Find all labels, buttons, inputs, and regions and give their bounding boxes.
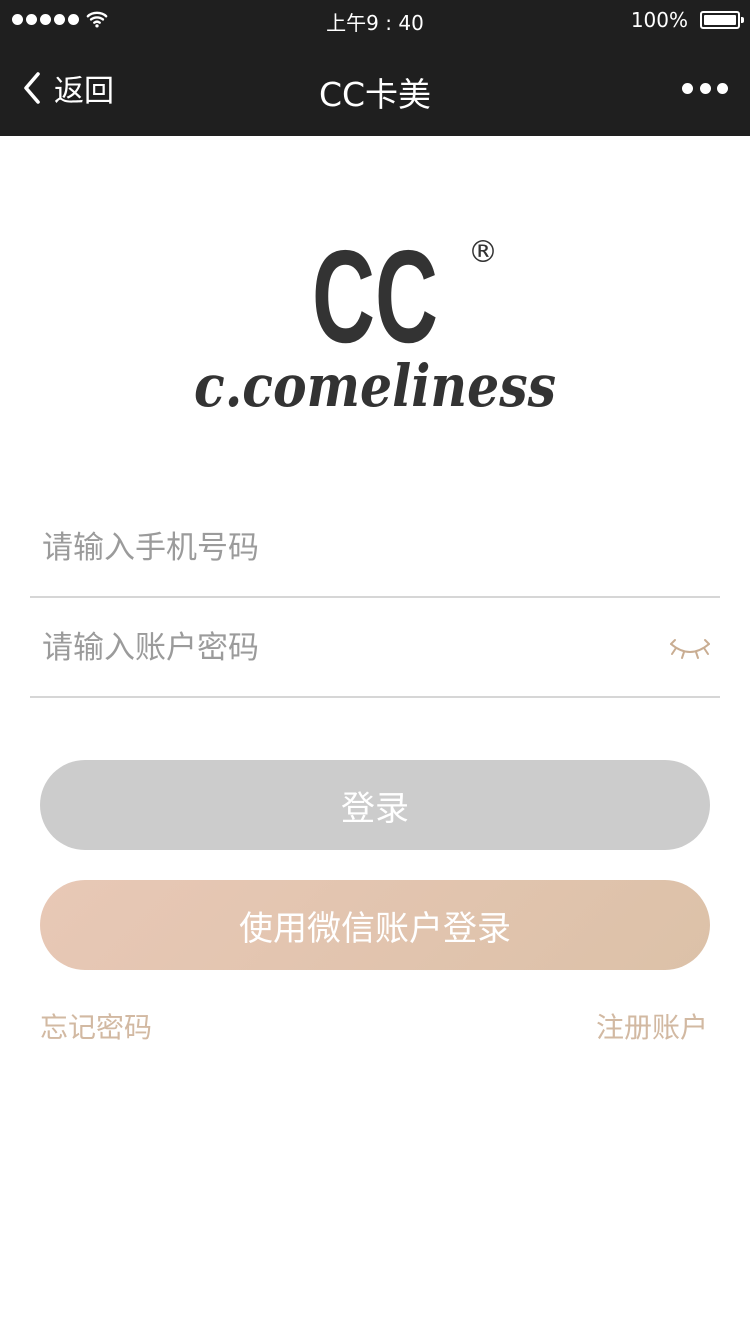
nav-bar: 返回 CC卡美 bbox=[0, 40, 750, 136]
password-field bbox=[30, 598, 720, 698]
forgot-password-link[interactable]: 忘记密码 bbox=[40, 1006, 152, 1046]
wechat-login-button[interactable]: 使用微信账户登录 bbox=[40, 880, 710, 970]
password-input[interactable] bbox=[40, 618, 640, 678]
back-button[interactable]: 返回 bbox=[18, 68, 114, 109]
back-label: 返回 bbox=[54, 74, 114, 109]
logo-wordmark: c.comeliness bbox=[194, 352, 556, 420]
phone-input[interactable] bbox=[40, 518, 640, 578]
chevron-left-icon bbox=[24, 72, 40, 104]
status-bar: 上午9 : 40 100% bbox=[0, 0, 750, 40]
battery-icon bbox=[700, 11, 744, 29]
more-dots-icon[interactable] bbox=[682, 78, 728, 98]
battery-percentage: 100% bbox=[630, 8, 688, 32]
register-account-link[interactable]: 注册账户 bbox=[596, 1006, 708, 1046]
logo-mark: CC bbox=[312, 223, 438, 370]
login-button[interactable]: 登录 bbox=[40, 760, 710, 850]
registered-mark: ® bbox=[468, 235, 498, 270]
closed-eye-icon[interactable] bbox=[668, 634, 712, 664]
phone-field bbox=[30, 498, 720, 598]
cc-comeliness-logo: CC ® c.comeliness bbox=[194, 223, 556, 420]
